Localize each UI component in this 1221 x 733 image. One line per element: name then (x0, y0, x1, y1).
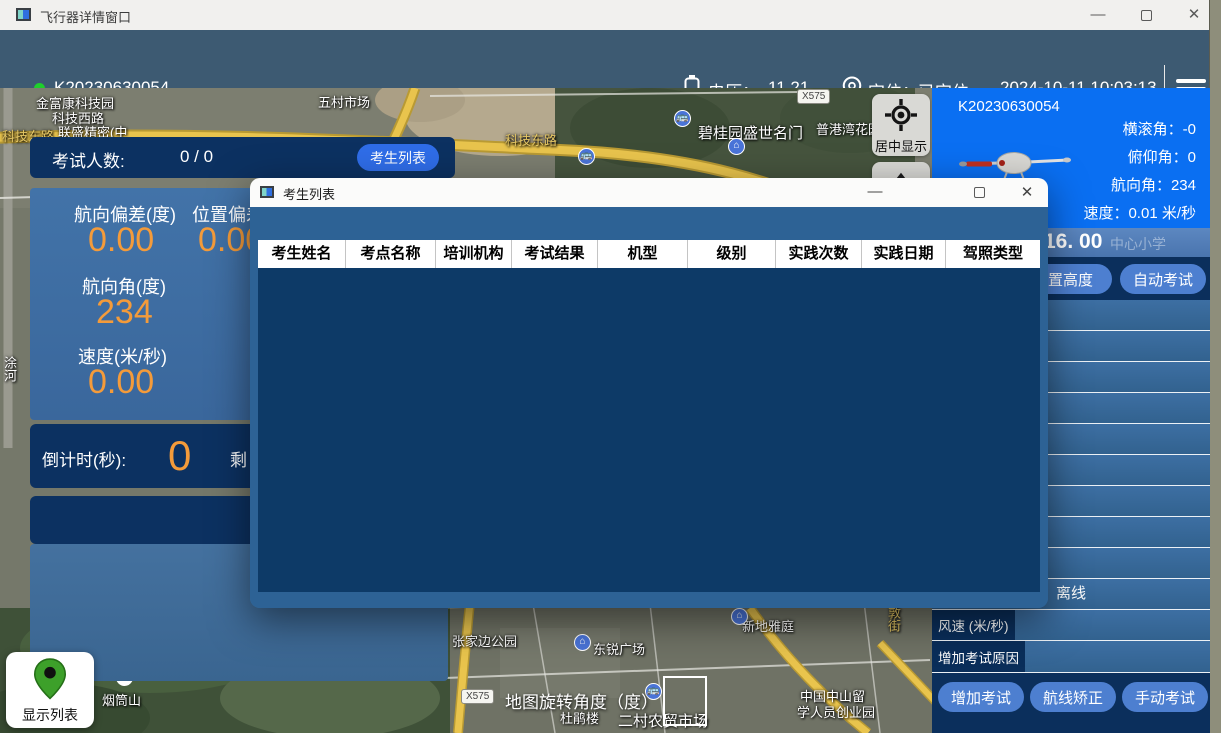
transit-poi-icon: 🚌 (674, 110, 691, 127)
dialog-close-icon[interactable]: ✕ (1010, 183, 1044, 201)
app-header: K20230630054 电压： 11.21 定位： 已定位 2024-10-1… (0, 30, 1209, 113)
map-label-faint: 中心小学 (1110, 236, 1166, 252)
dialog-title: 考生列表 (283, 187, 336, 202)
candidate-table-header: 考生姓名 考点名称 培训机构 考试结果 机型 级别 实践次数 实践日期 驾照类型 (258, 240, 1040, 268)
center-map-label: 居中显示 (874, 139, 927, 154)
roll-angle: 横滚角：-0 (1122, 121, 1196, 138)
add-exam-button[interactable]: 增加考试 (938, 682, 1024, 712)
col-header: 驾照类型 (962, 245, 1023, 262)
heading-angle-value: 234 (96, 293, 153, 331)
pitch-angle: 俯仰角：0 (1127, 149, 1196, 166)
countdown-value: 0 (168, 432, 192, 479)
col-header: 机型 (598, 240, 688, 268)
show-list-button[interactable]: 显示列表 (6, 652, 94, 728)
countdown-label: 倒计时(秒): (42, 451, 127, 470)
col-header: 考生姓名 (258, 240, 346, 268)
green-pin-icon (33, 658, 67, 700)
speed-readout: 速度：0.01 米/秒 (1083, 205, 1196, 222)
exam-count-label: 考试人数: (52, 152, 125, 171)
dialog-body: 考生姓名 考点名称 培训机构 考试结果 机型 级别 实践次数 实践日期 驾照类型 (250, 207, 1048, 608)
screen: 飞行器详情窗口 — ✕ K20230630054 电压： 11.21 定位： 已… (0, 0, 1221, 733)
close-icon[interactable]: ✕ (1172, 0, 1216, 30)
minimize-icon[interactable]: — (1076, 0, 1120, 30)
wind-speed-row: 风速 (米/秒) (932, 610, 1210, 641)
window-title: 飞行器详情窗口 (40, 10, 132, 25)
desktop-background (1211, 0, 1221, 733)
map-label: 新地雅庭 (742, 619, 795, 634)
candidate-list-dialog: 考生列表 — ✕ 考生姓名 考点名称 培训机构 考试结果 机型 级别 实践次数 … (250, 178, 1048, 608)
map-rotation-box (663, 676, 707, 726)
col-header: 实践日期 (862, 240, 946, 268)
altitude-value: 16. 00 (1044, 230, 1103, 253)
dialog-maximize-box-glyph (973, 186, 985, 198)
map-label: 学人员创业园 (797, 705, 876, 720)
crosshair-icon (885, 99, 917, 131)
app-icon (16, 8, 31, 21)
countdown-suffix: 剩 (230, 451, 247, 470)
center-map-button[interactable]: 居中显示 (872, 94, 930, 156)
map-label: 张家边公园 (452, 634, 518, 649)
map-rotation-label: 地图旋转角度（度） (505, 693, 658, 712)
map-label: 五村市场 (318, 95, 371, 110)
candidate-list-button[interactable]: 考生列表 (357, 144, 439, 171)
show-list-label: 显示列表 (22, 707, 78, 723)
col-header: 考试结果 (512, 240, 598, 268)
auto-exam-button[interactable]: 自动考试 (1120, 264, 1206, 294)
map-label: 东锐广场 (593, 642, 646, 657)
col-header: 培训机构 (436, 240, 512, 268)
col-header: 考点名称 (346, 240, 436, 268)
house-poi-icon: ⌂ (731, 608, 748, 625)
col-header: 级别 (688, 240, 776, 268)
route-correct-button[interactable]: 航线矫正 (1030, 682, 1116, 712)
heading-deviation-value: 0.00 (88, 221, 155, 259)
aircraft-detail-window: 飞行器详情窗口 — ✕ K20230630054 电压： 11.21 定位： 已… (0, 0, 1210, 733)
dialog-titlebar: 考生列表 — ✕ (250, 178, 1048, 207)
map-label: 烟筒山 (102, 693, 142, 708)
window-titlebar: 飞行器详情窗口 — ✕ (0, 0, 1209, 30)
col-header: 实践次数 (776, 240, 862, 268)
manual-exam-button[interactable]: 手动考试 (1122, 682, 1208, 712)
aircraft-id: K20230630054 (958, 98, 1060, 115)
transit-poi-icon: 🚌 (578, 148, 595, 165)
house-poi-icon: ⌂ (574, 634, 591, 651)
yaw-angle: 航向角：234 (1110, 177, 1196, 194)
dialog-minimize-icon[interactable]: — (858, 183, 892, 200)
house-poi-icon: ⌂ (728, 138, 745, 155)
add-exam-reason-row: 增加考试原因 (932, 641, 1210, 673)
road-badge: X575 (797, 89, 831, 104)
maximize-box-glyph (1140, 9, 1152, 21)
speed-value: 0.00 (88, 363, 155, 401)
wind-speed-label: 风速 (米/秒) (932, 610, 1015, 640)
map-label: 碧桂园盛世名门 (698, 125, 804, 142)
action-button-bar: 增加考试 航线矫正 手动考试 (932, 673, 1210, 733)
candidate-table-body (258, 268, 1040, 592)
map-label: 涂河 (2, 356, 17, 382)
dialog-maximize-icon[interactable] (962, 183, 996, 200)
maximize-icon[interactable] (1124, 0, 1168, 30)
road-badge: X575 (461, 689, 495, 704)
map-road-label: 科技东路 (505, 133, 558, 148)
exam-count-bar: 考试人数: 0 / 0 考生列表 (30, 137, 455, 178)
add-exam-reason-label: 增加考试原因 (932, 641, 1025, 672)
dialog-app-icon (260, 186, 274, 198)
exam-count-value: 0 / 0 (180, 147, 214, 166)
